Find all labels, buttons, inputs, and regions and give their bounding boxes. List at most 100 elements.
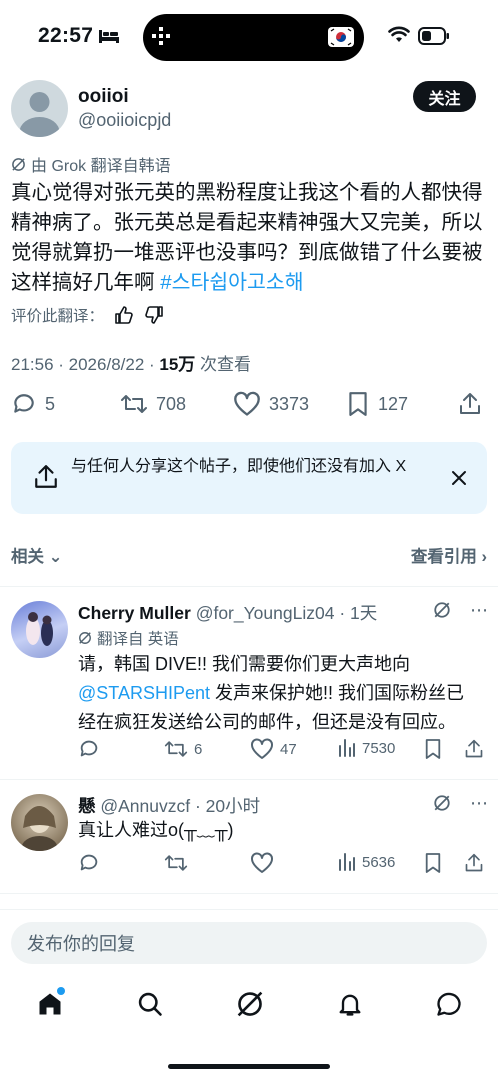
grok-icon[interactable] [433, 601, 451, 619]
quotes-label: 查看引用 [410, 548, 477, 566]
views-button[interactable]: 5636 [338, 852, 395, 872]
reply-author-handle[interactable]: @Annuvzcf [100, 796, 190, 816]
mention-link[interactable]: @STARSHIPent [78, 683, 210, 703]
like-count: 3373 [269, 393, 310, 414]
reply-button[interactable] [78, 738, 100, 760]
reply-button[interactable]: 5 [11, 391, 55, 417]
thumbs-up-icon[interactable] [114, 305, 134, 325]
view-quotes-link[interactable]: 查看引用 › [411, 543, 487, 567]
author-avatar[interactable] [11, 80, 68, 137]
reply-text: 真让人难过o(╥﹏╥) [78, 820, 234, 840]
bookmark-button[interactable] [424, 738, 442, 760]
reply-icon [80, 740, 98, 757]
view-label: 次查看 [195, 355, 252, 374]
reply-translation-note: 翻译自 英语 [78, 627, 179, 649]
follow-button[interactable]: 关注 [413, 81, 476, 112]
bookmark-icon [425, 853, 441, 873]
views-button[interactable]: 7530 [338, 738, 395, 758]
rate-translation: 评价此翻译： [11, 304, 164, 326]
view-count: 15万 [159, 355, 196, 374]
bookmark-button[interactable] [424, 852, 442, 874]
notifications-icon[interactable] [336, 990, 364, 1018]
share-button[interactable] [458, 391, 482, 417]
reply-header: Cherry Muller @for_YoungLiz04 · 1天 [78, 600, 377, 625]
tweet-actions: 5 708 3373 127 [0, 391, 498, 421]
related-label: 相关 [11, 548, 44, 566]
composer-placeholder: 发布你的回复 [27, 934, 135, 954]
share-button[interactable] [464, 738, 484, 760]
like-button[interactable]: 3373 [233, 391, 309, 417]
translation-note: 由 Grok 翻译自韩语 [11, 152, 171, 176]
status-time: 22:57 [38, 24, 94, 47]
retweet-button[interactable]: 708 [120, 391, 186, 417]
retweet-icon [164, 855, 188, 871]
cutoff-content [0, 909, 498, 915]
reply-avatar[interactable] [11, 601, 68, 658]
reply-text: 请，韩国 DIVE!! 我们需要你们更大声地向 @STARSHIPent 发声来… [78, 650, 478, 737]
reply-actions: 5636 [0, 852, 498, 876]
tweet-timestamp: 21:56 · 2026/8/22 · [11, 355, 160, 374]
views-icon [339, 739, 355, 757]
author-name[interactable]: ooiioi [78, 86, 129, 108]
wifi-icon [388, 26, 410, 44]
share-button[interactable] [464, 852, 484, 874]
share-icon [33, 464, 59, 490]
reply-translation-label: 翻译自 英语 [97, 631, 179, 648]
bookmark-button[interactable]: 127 [346, 391, 408, 417]
reply-avatar[interactable] [11, 794, 68, 851]
translation-label: 由 Grok 翻译自韩语 [31, 158, 171, 175]
hashtag-link[interactable]: #스타쉽아고소해 [160, 271, 303, 294]
heart-icon [251, 738, 273, 759]
notification-dot [57, 987, 65, 995]
reply-author-name[interactable]: 懸 [78, 796, 96, 816]
tweet-text: 真心觉得对张元英的黑粉程度让我这个看的人都快得精神病了。张元英总是看起来精神强大… [11, 178, 489, 298]
share-prompt-card[interactable]: 与任何人分享这个帖子，即使他们还没有加入 X [11, 442, 487, 514]
retweet-count: 708 [156, 393, 187, 414]
share-icon [465, 853, 483, 872]
reply-time: · 20小时 [190, 796, 261, 816]
reply-icon [14, 394, 34, 413]
retweet-count: 6 [194, 740, 203, 758]
divider [0, 586, 498, 587]
korea-flag-icon [328, 27, 354, 47]
bookmark-icon [349, 392, 367, 416]
chevron-down-icon: ⌄ [48, 548, 63, 566]
grok-icon [78, 631, 92, 645]
related-sort[interactable]: 相关 ⌄ [11, 543, 62, 567]
grok-icon[interactable] [433, 794, 451, 812]
bottom-tab-bar [0, 984, 498, 1028]
close-icon[interactable] [451, 470, 467, 486]
author-handle[interactable]: @ooiioicpjd [78, 110, 171, 131]
reply-actions: 6 47 7530 [0, 738, 498, 762]
tweet-meta: 21:56 · 2026/8/22 · 15万 次查看 [11, 350, 251, 375]
like-count: 47 [280, 740, 297, 758]
thumbs-down-icon[interactable] [144, 305, 164, 325]
more-options-icon[interactable]: ⋯ [470, 793, 488, 814]
retweet-icon [121, 395, 147, 413]
share-icon [465, 739, 483, 758]
rate-label: 评价此翻译： [11, 308, 105, 325]
messages-icon[interactable] [435, 990, 463, 1018]
retweet-button[interactable] [164, 852, 188, 874]
activity-icon [152, 27, 170, 45]
reply-composer[interactable]: 发布你的回复 [11, 922, 487, 964]
divider [0, 893, 498, 894]
reply-author-name[interactable]: Cherry Muller [78, 603, 191, 623]
chevron-right-icon: › [481, 548, 488, 566]
views-icon [339, 853, 355, 871]
reply-button[interactable] [78, 852, 100, 874]
bookmark-count: 127 [378, 393, 409, 414]
reply-author-handle[interactable]: @for_YoungLiz04 [196, 603, 335, 623]
reply-time: · 1天 [334, 603, 378, 623]
share-icon [460, 393, 480, 414]
battery-icon [418, 27, 450, 45]
like-button[interactable] [250, 852, 274, 874]
more-options-icon[interactable]: ⋯ [470, 600, 488, 621]
like-button[interactable]: 47 [250, 738, 297, 760]
search-icon[interactable] [136, 990, 164, 1018]
grok-icon[interactable] [236, 990, 264, 1018]
replies-section-header: 相关 ⌄ 查看引用 › [11, 543, 487, 567]
heart-icon [251, 852, 273, 873]
retweet-button[interactable]: 6 [164, 738, 202, 760]
reply-text-before: 请，韩国 DIVE!! 我们需要你们更大声地向 [78, 654, 411, 674]
